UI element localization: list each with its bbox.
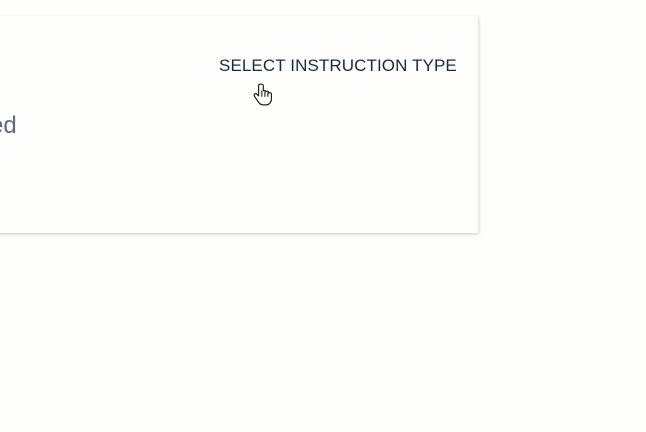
- select-instruction-type-button[interactable]: SELECT INSTRUCTION TYPE: [219, 56, 457, 76]
- instruction-card: ed SELECT INSTRUCTION TYPE: [0, 16, 479, 233]
- page: ed SELECT INSTRUCTION TYPE: [0, 0, 646, 432]
- hand-pointer-icon: [253, 83, 272, 106]
- card-description-text: ed: [0, 112, 17, 139]
